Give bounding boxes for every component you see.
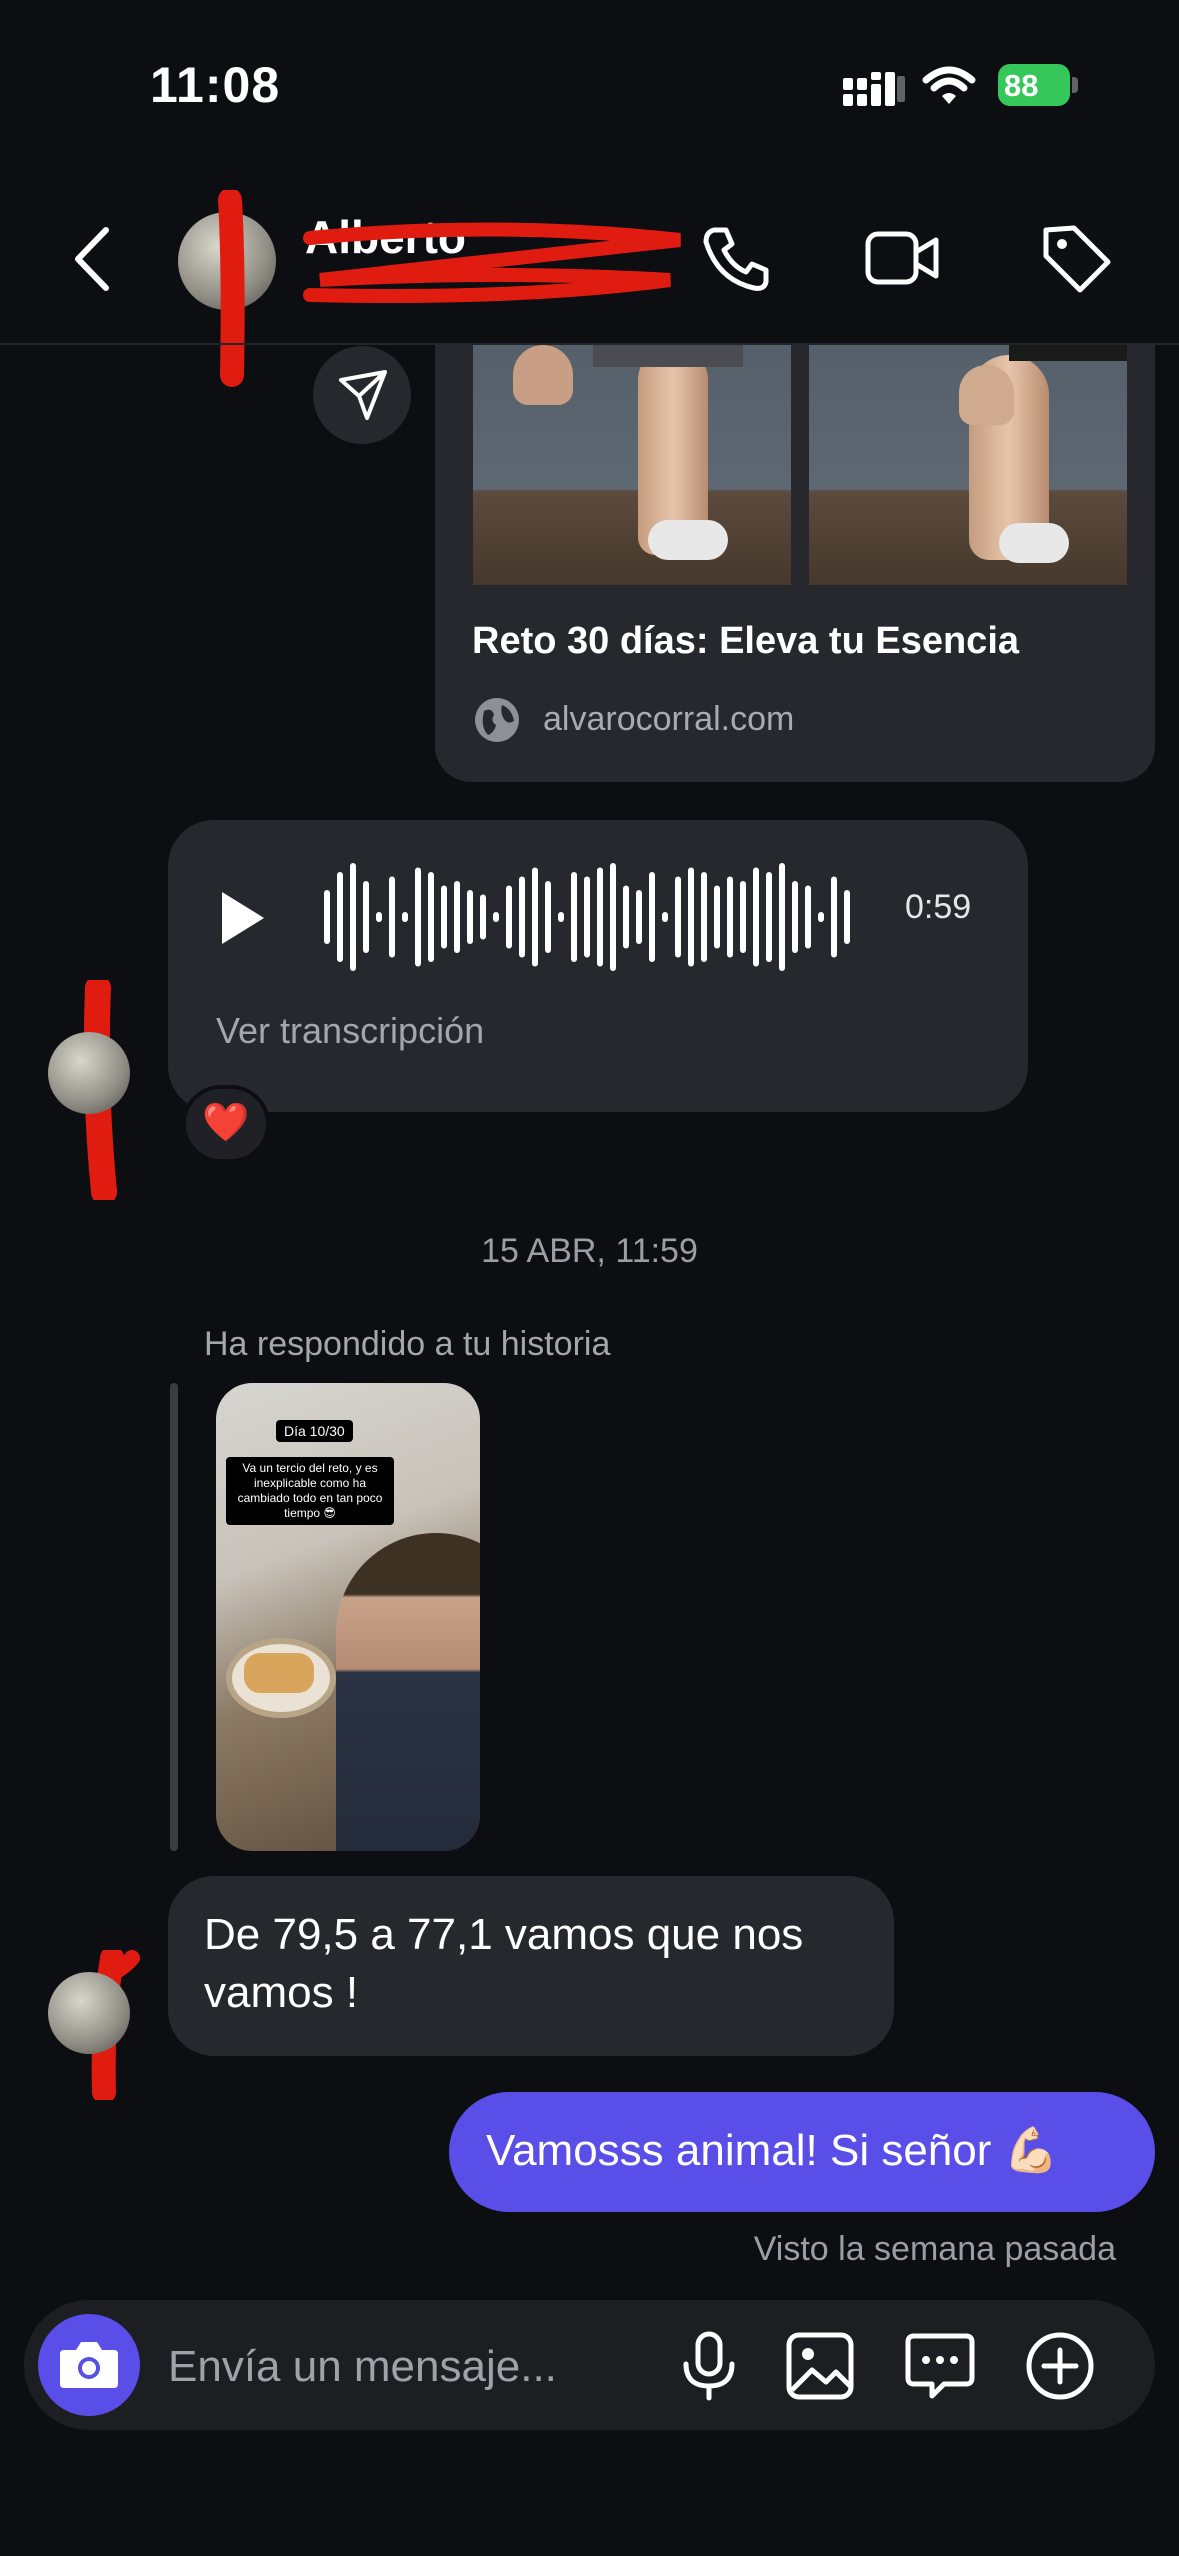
camera-icon <box>60 2342 118 2388</box>
waveform-bar <box>831 876 837 958</box>
link-image-right <box>809 345 1127 585</box>
outgoing-message[interactable]: Vamosss animal! Si señor 💪🏻 <box>449 2092 1155 2212</box>
add-icon[interactable] <box>1024 2330 1096 2402</box>
signal-icon <box>843 72 905 106</box>
globe-icon <box>475 698 519 742</box>
waveform-bar <box>571 872 577 962</box>
view-transcript-link[interactable]: Ver transcripción <box>216 1010 484 1052</box>
waveform-bar <box>545 881 551 953</box>
waveform-bar <box>610 863 616 971</box>
waveform-bar <box>779 863 785 971</box>
share-button[interactable] <box>313 346 411 444</box>
back-icon[interactable] <box>70 224 114 294</box>
waveform-bar <box>467 890 473 944</box>
voice-message-bubble[interactable]: 0:59 Ver transcripción <box>168 820 1028 1112</box>
waveform-bar <box>844 890 850 944</box>
waveform-bar <box>441 885 447 949</box>
waveform-bar <box>532 867 538 967</box>
waveform-bar <box>350 863 356 971</box>
waveform-bar <box>701 872 707 962</box>
story-thumbnail[interactable]: Día 10/30 Va un tercio del reto, y es in… <box>216 1383 480 1851</box>
wifi-icon <box>922 66 976 104</box>
waveform-bar <box>649 872 655 962</box>
date-divider: 15 ABR, 11:59 <box>481 1232 698 1270</box>
waveform-bar <box>727 876 733 958</box>
link-domain: alvarocorral.com <box>543 700 795 738</box>
waveform-bar <box>805 885 811 949</box>
heart-reaction[interactable]: ❤️ <box>182 1085 270 1163</box>
waveform-bar <box>402 912 408 922</box>
link-preview-card[interactable]: Reto 30 días: Eleva tu Esencia alvarocor… <box>435 345 1155 782</box>
waveform-bar <box>623 885 629 949</box>
waveform-bar <box>753 867 759 967</box>
sender-avatar[interactable] <box>48 1972 130 2054</box>
link-image-left <box>473 345 791 585</box>
send-icon <box>339 370 387 420</box>
battery-indicator: 88 <box>998 64 1078 106</box>
status-time: 11:08 <box>150 57 281 113</box>
waveform-bar <box>506 885 512 949</box>
video-icon[interactable] <box>864 222 940 294</box>
waveform-bar <box>766 872 772 962</box>
waveform-bar <box>818 912 824 922</box>
waveform-bar <box>662 912 668 922</box>
waveform-bar <box>714 885 720 949</box>
waveform-bar <box>584 876 590 958</box>
waveform-bar <box>324 890 330 944</box>
message-composer: Envía un mensaje... <box>24 2300 1155 2430</box>
waveform-bar <box>480 894 486 940</box>
sender-avatar[interactable] <box>48 1032 130 1114</box>
waveform-bar <box>363 881 369 953</box>
phone-icon[interactable] <box>700 222 772 294</box>
waveform-bar <box>454 881 460 953</box>
voice-duration: 0:59 <box>905 888 972 926</box>
waveform-bar <box>558 912 564 922</box>
quick-reply-icon[interactable] <box>904 2330 976 2402</box>
waveform-bar <box>415 867 421 967</box>
link-title: Reto 30 días: Eleva tu Esencia <box>472 620 1020 662</box>
waveform-bar <box>376 912 382 922</box>
incoming-message[interactable]: De 79,5 a 77,1 vamos que nos vamos ! <box>168 1876 894 2056</box>
message-input[interactable]: Envía un mensaje... <box>168 2342 557 2392</box>
audio-waveform[interactable] <box>310 858 870 976</box>
waveform-bar <box>597 867 603 967</box>
gallery-icon[interactable] <box>784 2330 856 2402</box>
waveform-bar <box>389 876 395 958</box>
tag-icon[interactable] <box>1040 222 1112 294</box>
play-icon[interactable] <box>218 890 268 946</box>
camera-button[interactable] <box>38 2314 140 2416</box>
waveform-bar <box>688 867 694 967</box>
story-reply-label: Ha respondido a tu historia <box>204 1325 611 1363</box>
waveform-bar <box>636 890 642 944</box>
heart-icon: ❤️ <box>202 1102 250 1144</box>
seen-status: Visto la semana pasada <box>753 2230 1116 2268</box>
reply-quote-bar <box>170 1383 178 1851</box>
microphone-icon[interactable] <box>674 2330 744 2402</box>
waveform-bar <box>493 912 499 922</box>
waveform-bar <box>519 876 525 958</box>
waveform-bar <box>792 881 798 953</box>
waveform-bar <box>428 872 434 962</box>
story-caption: Va un tercio del reto, y es inexplicable… <box>226 1457 394 1525</box>
battery-level: 88 <box>1004 68 1039 103</box>
waveform-bar <box>675 876 681 958</box>
waveform-bar <box>740 881 746 953</box>
story-day-tag: Día 10/30 <box>276 1420 353 1442</box>
waveform-bar <box>337 872 343 962</box>
